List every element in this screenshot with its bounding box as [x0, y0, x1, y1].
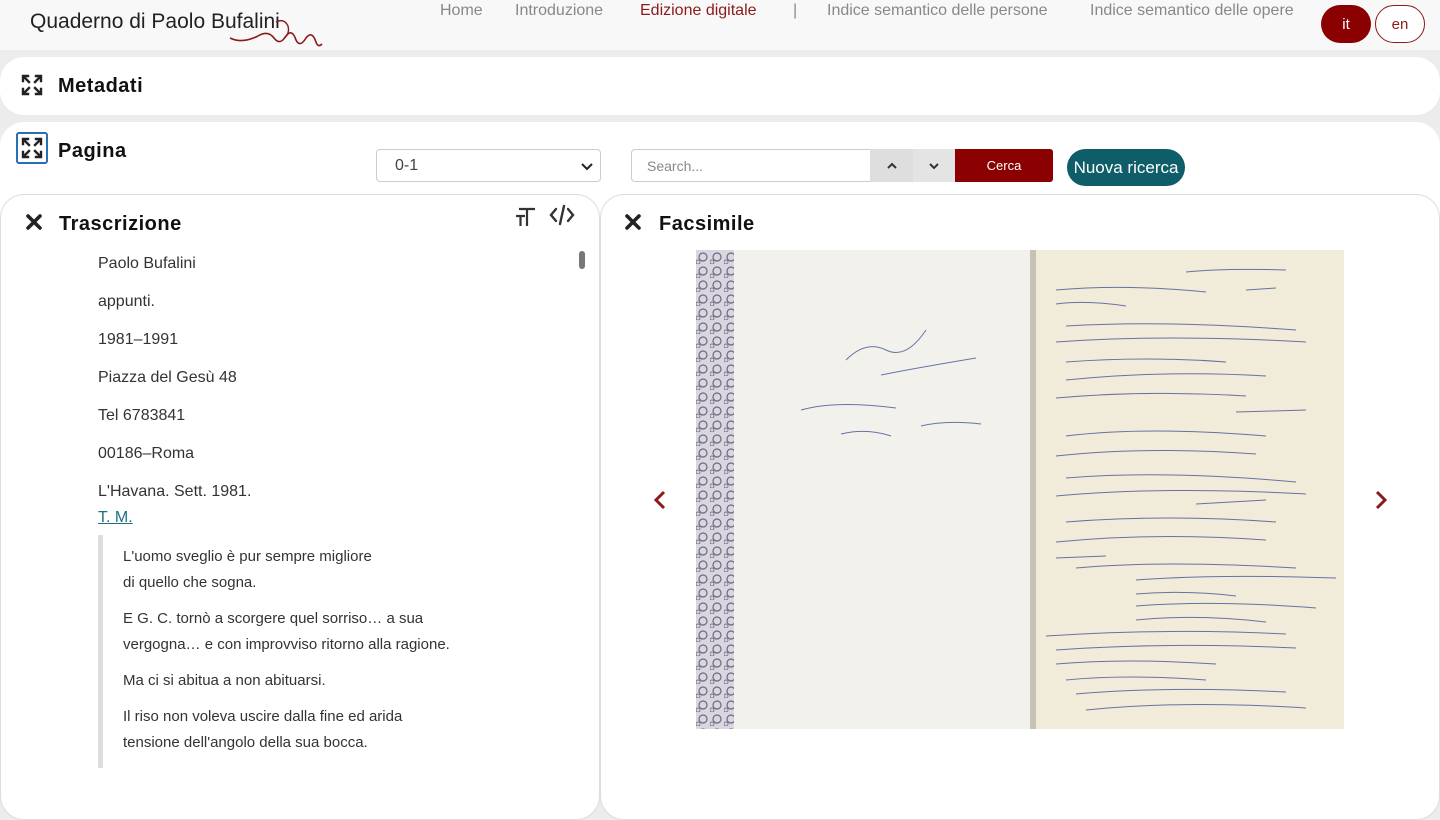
chevron-up-icon: [886, 162, 897, 169]
facsimile-panel: Facsimile: [600, 194, 1440, 820]
facsimile-image[interactable]: [696, 250, 1344, 729]
text-size-icon[interactable]: [513, 203, 539, 229]
quote-line: di quello che sogna.: [123, 574, 257, 591]
cerca-button[interactable]: Cerca: [955, 149, 1053, 182]
pagina-title: Pagina: [58, 140, 127, 162]
nav-indice-opere[interactable]: Indice semantico delle opere: [1090, 2, 1294, 20]
scrollbar-thumb[interactable]: [579, 251, 585, 269]
nav-indice-persone[interactable]: Indice semantico delle persone: [827, 2, 1048, 20]
transcription-line: 00186–Roma: [98, 445, 195, 462]
search-next-button[interactable]: [913, 149, 955, 182]
quote-line: vergogna… e con improvviso ritorno alla …: [123, 636, 450, 653]
page-select-value: 0-1: [395, 156, 419, 174]
next-page-button[interactable]: [1356, 467, 1406, 533]
metadati-panel: Metadati: [0, 57, 1440, 115]
expand-icon[interactable]: [20, 73, 44, 97]
transcription-line: appunti.: [98, 293, 155, 310]
quote-line: Ma ci si abitua a non abituarsi.: [123, 672, 326, 689]
top-navbar: Quaderno di Paolo Bufalini Home Introduz…: [0, 0, 1440, 50]
transcription-line: L'Havana. Sett. 1981.: [98, 483, 252, 500]
nuova-ricerca-button[interactable]: Nuova ricerca: [1067, 149, 1185, 186]
transcription-line: 1981–1991: [98, 331, 179, 348]
quote-line: tensione dell'angolo della sua bocca.: [123, 734, 368, 751]
transcription-quote-block: L'uomo sveglio è pur sempre migliore di …: [98, 535, 568, 768]
page-select[interactable]: 0-1: [376, 149, 601, 182]
transcription-line: Piazza del Gesù 48: [98, 369, 237, 386]
facsimile-title: Facsimile: [659, 213, 755, 235]
code-icon[interactable]: [548, 202, 576, 228]
nav-home[interactable]: Home: [440, 2, 483, 20]
expand-icon[interactable]: [16, 132, 48, 164]
lang-en-button[interactable]: en: [1375, 5, 1425, 43]
quote-line: E G. C. tornò a scorgere quel sorriso… a…: [123, 610, 424, 627]
trascrizione-panel: Trascrizione Paolo Bufalini appunti. 198…: [0, 194, 600, 820]
trascrizione-title: Trascrizione: [59, 213, 182, 235]
nav-separator: |: [793, 2, 798, 19]
search-placeholder: Search...: [647, 157, 704, 174]
metadati-title: Metadati: [58, 75, 144, 97]
close-icon[interactable]: [23, 211, 45, 233]
chevron-right-icon: [1375, 490, 1388, 510]
nav-edizione-digitale[interactable]: Edizione digitale: [640, 2, 757, 20]
nav-introduzione[interactable]: Introduzione: [515, 2, 603, 20]
close-icon[interactable]: [622, 211, 644, 233]
prev-page-button[interactable]: [635, 467, 685, 533]
signature-logo: [229, 19, 323, 47]
search-prev-button[interactable]: [870, 149, 913, 182]
lang-it-button[interactable]: it: [1321, 5, 1371, 43]
transcription-line: Paolo Bufalini: [98, 255, 196, 272]
chevron-down-icon: [581, 163, 593, 171]
quote-line: L'uomo sveglio è pur sempre migliore: [123, 548, 372, 565]
quote-line: Il riso non voleva uscire dalla fine ed …: [123, 708, 403, 725]
chevron-left-icon: [653, 490, 666, 510]
search-input[interactable]: Search...: [631, 149, 870, 182]
person-link-tm[interactable]: T. M.: [98, 509, 133, 527]
transcription-line: Tel 6783841: [98, 407, 186, 424]
chevron-down-icon: [929, 162, 939, 169]
